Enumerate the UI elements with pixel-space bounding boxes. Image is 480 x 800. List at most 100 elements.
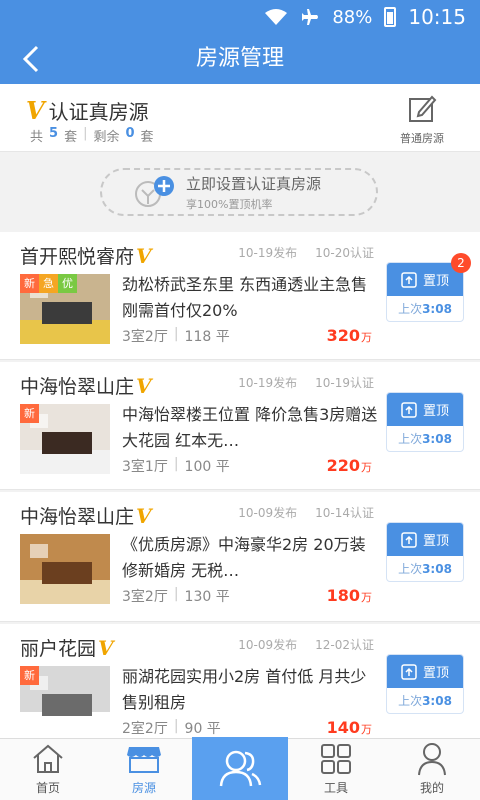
grid-icon — [288, 739, 384, 779]
pin-top-icon — [401, 401, 417, 418]
listing-name: 中海怡翠山庄 — [20, 506, 135, 528]
notification-badge: 2 — [451, 253, 471, 273]
price-value: 180 — [326, 586, 360, 605]
listing-tag: 新 — [20, 404, 39, 423]
battery-icon — [384, 7, 397, 27]
tab-listings[interactable]: 房源 — [96, 739, 192, 800]
pin-top-action[interactable]: 置顶 — [387, 393, 463, 426]
divider: | — [173, 326, 179, 342]
last-pin-time: 上次3:08 — [387, 556, 463, 582]
publish-date: 10-09发布 — [238, 506, 298, 520]
verified-mark-icon: V — [136, 503, 152, 528]
verify-date: 12-02认证 — [315, 638, 374, 652]
last-pin-value: 3:08 — [422, 432, 452, 446]
divider: | — [83, 126, 88, 141]
tab-label: 我的 — [419, 781, 444, 795]
listing-tags: 新 — [20, 666, 39, 685]
last-pin-label: 上次 — [398, 694, 423, 708]
bottom-tab-bar: 首页 房源 工具 我的 — [0, 737, 480, 800]
price-unit: 万 — [361, 591, 372, 604]
last-pin-value: 3:08 — [422, 302, 452, 316]
verify-date: 10-14认证 — [315, 506, 374, 520]
pin-top-button[interactable]: 置顶 上次3:08 2 — [386, 253, 471, 322]
listing-spec: 3室1厅 | 100 平 — [122, 456, 230, 476]
floor-area: 90 平 — [184, 721, 221, 737]
verified-mark-icon: V — [98, 635, 114, 660]
pin-top-label: 置顶 — [422, 666, 449, 681]
nav-bar: 房源管理 — [0, 34, 480, 84]
airplane-icon — [300, 7, 320, 27]
pin-top-action[interactable]: 置顶 — [387, 655, 463, 688]
pin-top-action[interactable]: 置顶 — [387, 523, 463, 556]
quota-counts: 共 5 套 | 剩余 0 套 — [30, 126, 154, 145]
customers-icon — [192, 737, 288, 799]
floor-area: 100 平 — [184, 459, 230, 475]
listing-name: 丽户花园 — [20, 638, 97, 660]
room-layout: 3室1厅 — [122, 459, 168, 475]
price-value: 320 — [326, 326, 360, 345]
listing-card[interactable]: 首开熙悦睿府 V 10-19发布 10-20认证 新急优 劲松桥武圣东里 东西通… — [0, 232, 480, 360]
last-pin-time: 上次3:08 — [387, 426, 463, 452]
listing-name: 首开熙悦睿府 — [20, 246, 135, 268]
tab-customers[interactable] — [192, 737, 288, 800]
setup-verified-button[interactable]: 立即设置认证真房源 享100%置顶机率 — [100, 168, 378, 216]
tab-label: 工具 — [323, 781, 348, 795]
pin-top-label: 置顶 — [422, 274, 449, 289]
listing-spec: 2室2厅 | 90 平 — [122, 718, 221, 738]
listing-description: 丽湖花园实用小2房 首付低 月共少售别租房 — [122, 667, 367, 712]
last-pin-time: 上次3:08 — [387, 688, 463, 714]
price-value: 220 — [326, 456, 360, 475]
verified-title-text: 认证真房源 — [48, 100, 149, 124]
setup-title: 立即设置认证真房源 — [186, 174, 322, 193]
pin-top-icon — [401, 271, 417, 288]
publish-date: 10-19发布 — [238, 246, 298, 260]
floor-area: 130 平 — [184, 589, 230, 605]
tab-label: 首页 — [35, 781, 60, 795]
listing-description: 《优质房源》中海豪华2房 20万装修新婚房 无税… — [122, 535, 366, 580]
listing-name-row: 丽户花园 V — [20, 634, 114, 661]
add-verified-icon — [132, 174, 176, 210]
listing-card[interactable]: 丽户花园 V 10-09发布 12-02认证 新 丽湖花园实用小2房 首付低 月… — [0, 624, 480, 742]
listing-card[interactable]: 中海怡翠山庄 V 10-09发布 10-14认证 《优质房源》中海豪华2房 20… — [0, 492, 480, 622]
listing-spec: 3室2厅 | 130 平 — [122, 586, 230, 606]
pin-top-button[interactable]: 置顶 上次3:08 — [386, 522, 464, 582]
total-label: 共 — [30, 130, 44, 145]
tab-mine[interactable]: 我的 — [384, 739, 480, 800]
tab-home[interactable]: 首页 — [0, 739, 96, 800]
listing-tags: 新急优 — [20, 274, 77, 293]
wifi-icon — [264, 8, 288, 26]
last-pin-label: 上次 — [398, 432, 423, 446]
last-pin-time: 上次3:08 — [387, 296, 463, 322]
divider: | — [173, 718, 179, 734]
store-icon — [96, 739, 192, 779]
last-pin-label: 上次 — [398, 302, 423, 316]
listing-photo — [20, 534, 110, 604]
listing-meta: 10-09发布 10-14认证 — [238, 504, 374, 521]
listing-meta: 10-19发布 10-19认证 — [238, 374, 374, 391]
setup-subtitle: 享100%置顶机率 — [186, 197, 273, 211]
listing-name-row: 首开熙悦睿府 V — [20, 242, 152, 269]
price-value: 140 — [326, 718, 360, 737]
tab-label: 房源 — [131, 781, 156, 795]
total-count: 5 — [49, 126, 59, 141]
battery-percent: 88% — [332, 6, 373, 28]
room-layout: 3室2厅 — [122, 329, 168, 345]
remain-unit: 套 — [140, 130, 154, 145]
room-layout: 3室2厅 — [122, 589, 168, 605]
home-icon — [0, 739, 96, 779]
publish-date: 10-09发布 — [238, 638, 298, 652]
pin-top-button[interactable]: 置顶 上次3:08 — [386, 392, 464, 452]
listing-spec: 3室2厅 | 118 平 — [122, 326, 230, 346]
listing-tag: 新 — [20, 666, 39, 685]
listing-card[interactable]: 中海怡翠山庄 V 10-19发布 10-19认证 新 中海怡翠楼王位置 降价急售… — [0, 362, 480, 490]
verified-mark-icon: V — [26, 96, 45, 125]
normal-listings-button[interactable]: 普通房源 — [382, 94, 462, 146]
listing-price: 140万 — [327, 718, 372, 737]
person-icon — [384, 739, 480, 779]
edit-icon — [409, 95, 437, 122]
status-bar: 88% 10:15 — [0, 0, 480, 34]
verified-mark-icon: V — [136, 243, 152, 268]
pin-top-button[interactable]: 置顶 上次3:08 — [386, 654, 464, 714]
tab-tools[interactable]: 工具 — [288, 739, 384, 800]
listing-name-row: 中海怡翠山庄 V — [20, 502, 152, 529]
